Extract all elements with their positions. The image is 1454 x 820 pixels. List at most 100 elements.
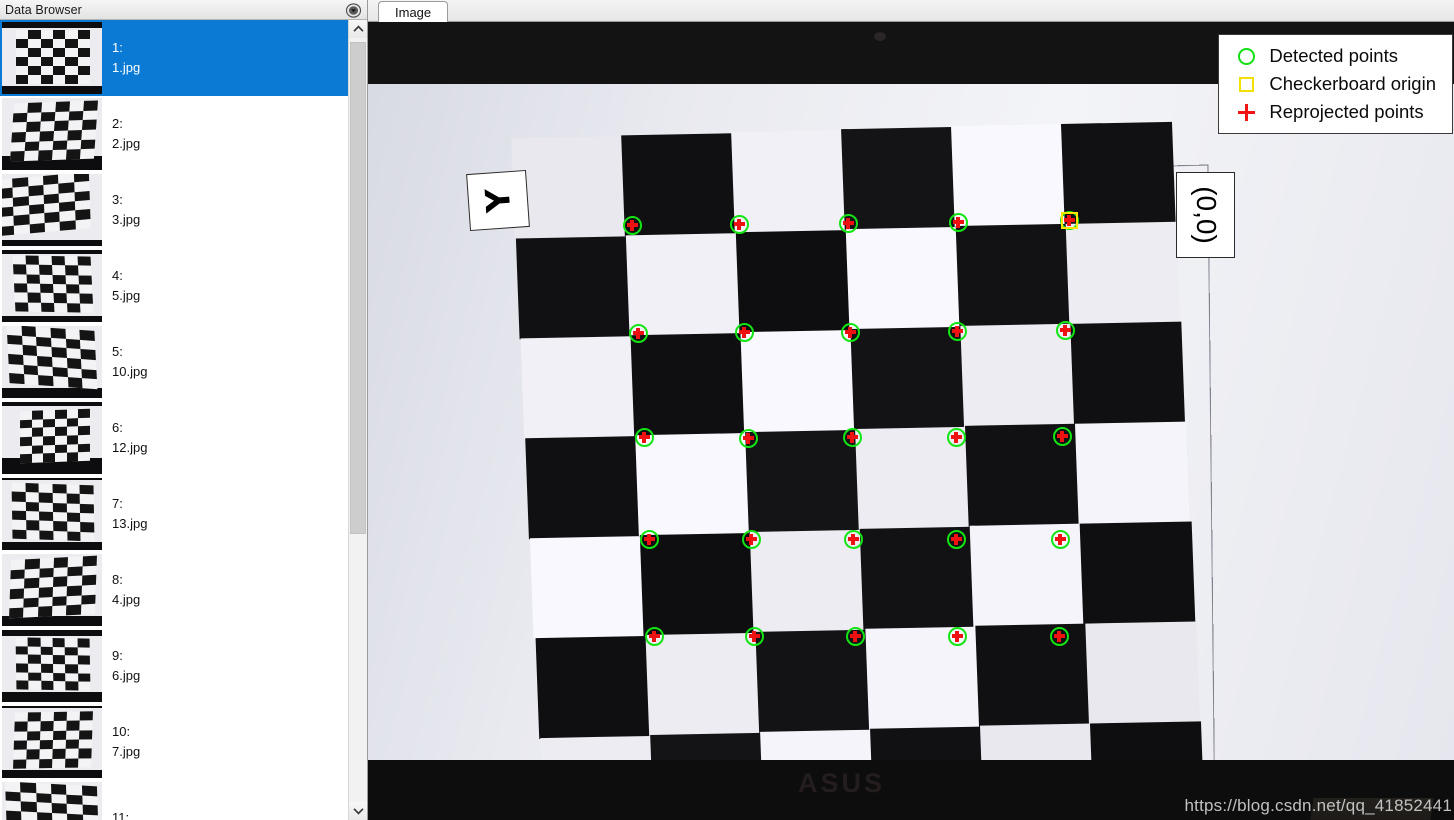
list-item[interactable]: 8: 4.jpg <box>0 552 348 628</box>
tab-image[interactable]: Image <box>378 1 449 23</box>
webcam-icon <box>874 32 886 41</box>
list-item-label: 8: 4.jpg <box>112 571 141 607</box>
device-logo: ASUS <box>798 768 886 798</box>
thumbnail-board <box>20 408 90 464</box>
thumbnail-scene <box>2 98 102 170</box>
checkerboard-square <box>735 230 851 334</box>
detected-point-marker <box>1049 626 1069 646</box>
list-item-label: 7: 13.jpg <box>112 495 148 531</box>
checkerboard-square <box>1080 521 1195 625</box>
chevron-down-icon[interactable] <box>349 802 367 820</box>
checkerboard-square <box>520 336 636 440</box>
detected-point-marker <box>947 321 967 341</box>
checkerboard-square <box>625 233 741 337</box>
checkerboard-square <box>845 227 961 331</box>
list-item[interactable]: 7: 13.jpg <box>0 476 348 552</box>
thumbnail-scene <box>2 706 102 778</box>
image-thumbnail[interactable] <box>2 554 102 626</box>
image-thumbnail[interactable] <box>2 250 102 322</box>
detected-point-marker <box>744 626 764 646</box>
legend-entry: Reprojected points <box>1231 98 1436 126</box>
image-thumbnail[interactable] <box>2 174 102 246</box>
detected-point-marker <box>1050 529 1070 549</box>
checkerboard-square <box>1075 421 1191 525</box>
image-thumbnail[interactable] <box>2 478 102 550</box>
list-item-label: 11: <box>112 809 130 820</box>
list-item[interactable]: 10: 7.jpg <box>0 704 348 780</box>
thumbnail-scene <box>2 554 102 626</box>
legend: Detected points Checkerboard origin Reproj… <box>1218 34 1453 134</box>
chevron-down-circle-icon[interactable] <box>345 2 362 18</box>
checkerboard-square <box>745 430 861 534</box>
thumbnail-scene <box>2 22 102 94</box>
thumbnail-scene <box>2 782 102 820</box>
list-item[interactable]: 4: 5.jpg <box>0 248 348 324</box>
image-thumbnail[interactable] <box>2 326 102 398</box>
detected-point-marker <box>840 322 860 342</box>
data-browser-header: Data Browser <box>0 0 367 20</box>
thumbnail-board <box>5 782 99 820</box>
detected-point-marker <box>634 427 654 447</box>
checkerboard-square <box>630 333 746 437</box>
detected-point-marker <box>738 428 758 448</box>
list-item-label: 3: 3.jpg <box>112 191 141 227</box>
list-item[interactable]: 5: 10.jpg <box>0 324 348 400</box>
thumbnail-scene <box>2 326 102 398</box>
checkerboard-square <box>960 324 1076 428</box>
image-thumbnail[interactable] <box>2 630 102 702</box>
detected-point-marker <box>842 427 862 447</box>
list-item[interactable]: 2: 2.jpg <box>0 96 348 172</box>
image-thumbnail[interactable] <box>2 98 102 170</box>
list-item-label: 9: 6.jpg <box>112 647 141 683</box>
list-item[interactable]: 6: 12.jpg <box>0 400 348 476</box>
thumbnail-scene <box>2 630 102 702</box>
checkerboard-square <box>951 124 1066 228</box>
image-thumbnail[interactable] <box>0 20 104 96</box>
image-thumbnail[interactable] <box>2 402 102 474</box>
checkerboard-origin-marker <box>1060 211 1078 229</box>
chevron-up-icon[interactable] <box>349 20 367 38</box>
list-item-label: 6: 12.jpg <box>112 419 148 455</box>
checkerboard-square <box>1065 221 1181 325</box>
thumbnail-board <box>9 555 97 619</box>
thumbnail-board <box>13 711 93 769</box>
origin-label: (0,0) <box>1190 186 1222 244</box>
thumbnail-list-scrollbar[interactable] <box>348 20 367 820</box>
list-item[interactable]: 1: 1.jpg <box>0 20 348 96</box>
checkerboard-square <box>645 632 760 737</box>
detected-point-marker <box>1052 426 1072 446</box>
checkerboard-square <box>1060 121 1176 225</box>
checkerboard-square <box>1084 620 1200 725</box>
circle-marker-icon <box>1231 47 1261 65</box>
image-thumbnail-list[interactable]: 1: 1.jpg 2: 2.jpg 3: 3.jpg 4: 5.jpg 5: 10.jp… <box>0 20 348 820</box>
detected-point-marker <box>639 529 659 549</box>
checkerboard-square <box>955 224 1071 328</box>
detected-point-marker <box>946 427 966 447</box>
detected-point-marker <box>729 214 749 234</box>
list-item[interactable]: 3: 3.jpg <box>0 172 348 248</box>
image-thumbnail[interactable] <box>2 706 102 778</box>
detected-point-marker <box>1055 320 1075 340</box>
list-item[interactable]: 11: <box>0 780 348 820</box>
list-item[interactable]: 9: 6.jpg <box>0 628 348 704</box>
y-axis-annotation: Y <box>466 169 530 232</box>
scrollbar-thumb[interactable] <box>350 42 366 534</box>
detected-point-marker <box>946 529 966 549</box>
watermark: https://blog.csdn.net/qq_41852441 <box>1184 796 1452 815</box>
thumbnail-board <box>9 100 99 162</box>
calibration-image-canvas[interactable]: Y (0,0) X ASUS Detected points Checkerboa… <box>368 22 1454 820</box>
legend-entry-label: Detected points <box>1269 45 1398 66</box>
tab-strip: Image <box>368 0 1454 23</box>
list-item-label: 2: 2.jpg <box>112 115 141 151</box>
checkerboard-square <box>850 327 966 431</box>
scrollbar-track[interactable] <box>349 38 367 802</box>
camera-calibrator-window: Data Browser 1: 1.jpg 2: 2.jpg 3: 3.jpg 4: … <box>0 0 1454 820</box>
detected-point-marker <box>622 215 642 235</box>
thumbnail-board <box>6 326 98 390</box>
thumbnail-board <box>15 637 91 691</box>
legend-entry-label: Reprojected points <box>1269 101 1424 122</box>
detected-point-marker <box>843 529 863 549</box>
image-thumbnail[interactable] <box>2 782 102 820</box>
thumbnail-scene <box>2 174 102 246</box>
thumbnail-board <box>11 482 95 542</box>
